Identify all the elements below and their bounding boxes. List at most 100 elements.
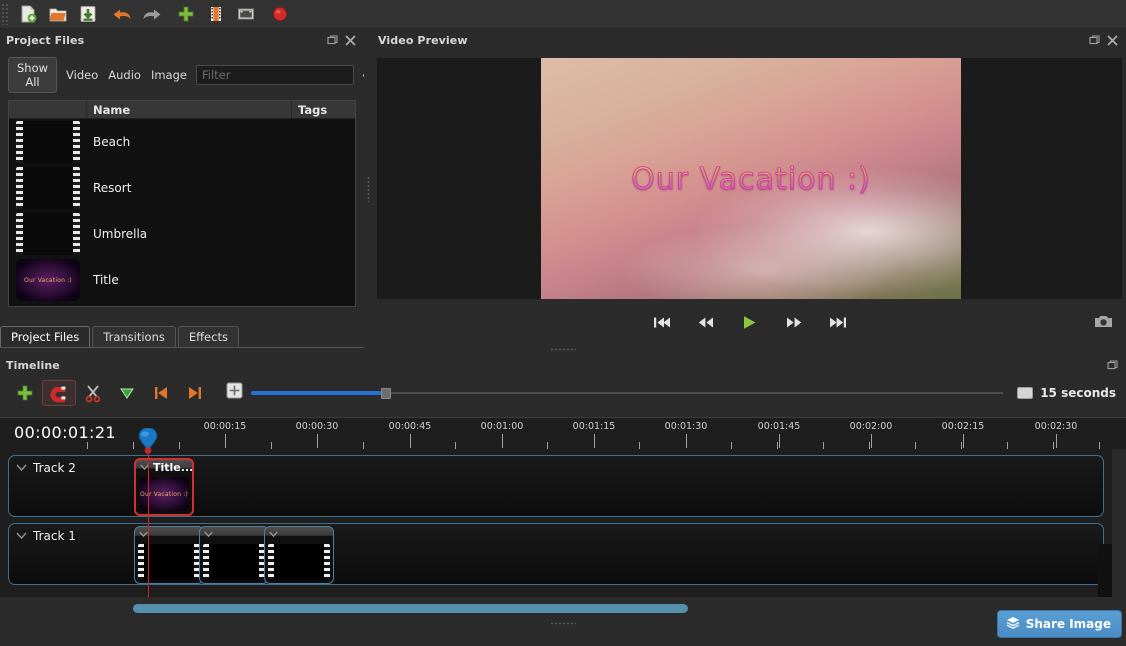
timeline-bottom-splitter[interactable] <box>0 618 1126 628</box>
list-item[interactable]: Umbrella <box>9 211 355 257</box>
list-item[interactable]: Beach <box>9 119 355 165</box>
ruler-tick-minor <box>133 442 134 449</box>
toolbar-drag-handle[interactable] <box>1 3 10 25</box>
tab-transitions[interactable]: Transitions <box>92 326 176 347</box>
zoom-level-label: 15 seconds <box>1040 386 1116 400</box>
filter-image-label[interactable]: Image <box>150 68 188 82</box>
open-project-button[interactable] <box>43 1 73 27</box>
save-project-button[interactable] <box>73 1 103 27</box>
play-icon <box>741 315 759 330</box>
rewind-icon <box>697 316 715 329</box>
project-files-panel: Project Files Show All Video Audio Image <box>0 29 364 326</box>
chevron-down-icon[interactable] <box>16 463 27 474</box>
redo-arrow-icon <box>141 4 163 24</box>
next-marker-button[interactable] <box>178 380 212 406</box>
import-files-button[interactable] <box>171 1 201 27</box>
ruler-tick-major <box>686 434 687 448</box>
panel-splitter-horizontal[interactable] <box>0 345 1126 354</box>
razor-tool-button[interactable] <box>76 380 110 406</box>
column-tags[interactable]: Tags <box>292 101 355 118</box>
chevron-down-icon[interactable] <box>268 529 279 540</box>
redo-button[interactable] <box>137 1 167 27</box>
panel-splitter-vertical[interactable] <box>364 29 372 348</box>
rewind-button[interactable] <box>695 312 717 332</box>
ruler-tick-minor <box>455 442 456 449</box>
filter-video-label[interactable]: Video <box>65 68 99 82</box>
snapping-button[interactable] <box>42 380 76 406</box>
timeline-vertical-scrollbar[interactable] <box>1098 544 1112 597</box>
fullscreen-button[interactable] <box>231 1 261 27</box>
timeline-tracks[interactable]: Track 2 Title... Our Vacation :) <box>0 449 1112 597</box>
timeline-clip[interactable]: Title... Our Vacation :) <box>134 458 194 516</box>
undo-arrow-icon <box>111 4 133 24</box>
ruler-tick-major <box>502 434 503 448</box>
file-thumbnail <box>9 121 87 163</box>
float-window-icon[interactable] <box>1086 32 1102 48</box>
tab-effects[interactable]: Effects <box>178 326 239 347</box>
close-icon[interactable] <box>342 32 358 48</box>
show-all-button[interactable]: Show All <box>8 57 57 93</box>
chevron-down-icon[interactable] <box>16 531 27 542</box>
tab-project-files[interactable]: Project Files <box>0 326 90 347</box>
ruler-tick-minor <box>639 442 640 449</box>
jump-end-button[interactable] <box>827 312 849 332</box>
ruler-tick-minor <box>179 442 180 449</box>
add-track-button[interactable] <box>8 380 42 406</box>
camera-icon[interactable] <box>1092 311 1114 331</box>
video-title-overlay: Our Vacation :) <box>541 162 961 197</box>
close-icon[interactable] <box>1104 32 1120 48</box>
video-frame: Our Vacation :) <box>541 58 961 299</box>
zoom-slider[interactable] <box>251 385 1003 401</box>
filter-input[interactable] <box>196 65 354 85</box>
track-row[interactable]: Track 1 <box>8 523 1104 585</box>
ruler-label: 00:02:30 <box>1035 421 1078 432</box>
ruler-label: 00:00:30 <box>296 421 339 432</box>
new-file-icon <box>18 4 38 24</box>
list-item[interactable]: Our Vacation :) Title <box>9 257 355 303</box>
ruler-tick-minor <box>777 442 778 449</box>
undo-button[interactable] <box>107 1 137 27</box>
ruler-tick-minor <box>271 442 272 449</box>
chevron-down-icon[interactable] <box>203 529 214 540</box>
track-row[interactable]: Track 2 Title... Our Vacation :) <box>8 455 1104 517</box>
zoom-slider-handle[interactable] <box>381 388 391 399</box>
zoom-slider-box[interactable] <box>1017 387 1033 399</box>
ruler-label: 00:01:45 <box>758 421 801 432</box>
file-thumbnail: Our Vacation :) <box>9 259 87 301</box>
export-video-button[interactable] <box>265 1 295 27</box>
video-preview-panel: Video Preview Our Vacation :) <box>372 29 1126 348</box>
video-preview-surface[interactable]: Our Vacation :) <box>377 58 1122 299</box>
list-item[interactable]: Resort <box>9 165 355 211</box>
filter-audio-label[interactable]: Audio <box>107 68 142 82</box>
clip-header <box>200 527 268 542</box>
play-button[interactable] <box>739 312 761 332</box>
playhead-timecode: 00:00:01:21 <box>14 423 116 442</box>
timeline-clip[interactable] <box>134 526 204 584</box>
new-project-button[interactable] <box>13 1 43 27</box>
playback-controls <box>377 307 1122 337</box>
ruler-tick-minor <box>547 442 548 449</box>
playhead-marker[interactable] <box>138 428 158 454</box>
previous-marker-button[interactable] <box>144 380 178 406</box>
fast-forward-button[interactable] <box>783 312 805 332</box>
main-toolbar <box>0 0 1126 29</box>
next-marker-icon <box>185 383 205 403</box>
ruler-label: 00:01:15 <box>573 421 616 432</box>
choose-profile-button[interactable] <box>201 1 231 27</box>
timeline-horizontal-scrollbar[interactable] <box>0 602 1112 616</box>
timeline-ruler[interactable]: 00:00:01:21 00:00:1500:00:3000:00:4500:0… <box>0 417 1126 449</box>
share-image-button[interactable]: Share Image <box>997 610 1122 638</box>
column-name[interactable]: Name <box>87 101 292 118</box>
timeline-clip[interactable] <box>264 526 334 584</box>
ruler-tick-major <box>963 434 964 448</box>
float-window-icon[interactable] <box>1104 357 1120 373</box>
file-thumbnail <box>9 167 87 209</box>
jump-start-button[interactable] <box>651 312 673 332</box>
ruler-tick-minor <box>869 442 870 449</box>
add-marker-button[interactable] <box>110 380 144 406</box>
project-files-list[interactable]: Name Tags Beach Resort <box>8 100 356 307</box>
scrollbar-thumb[interactable] <box>133 604 688 613</box>
center-playhead-icon[interactable] <box>226 382 243 403</box>
timeline-clip[interactable] <box>199 526 269 584</box>
float-window-icon[interactable] <box>324 32 340 48</box>
